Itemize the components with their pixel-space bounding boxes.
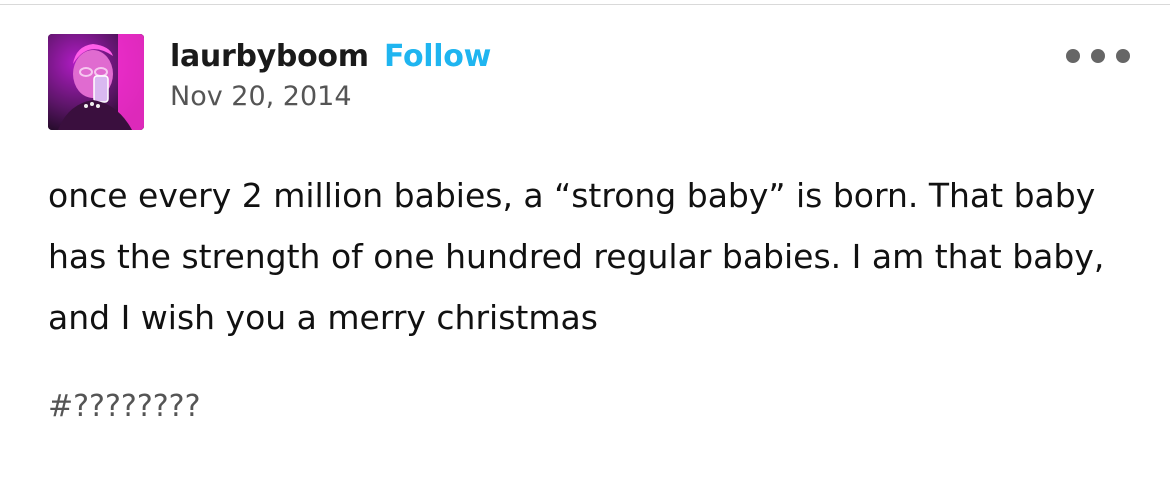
avatar-image (48, 34, 144, 130)
avatar[interactable] (48, 34, 144, 130)
follow-button[interactable]: Follow (384, 39, 491, 75)
more-dot (1091, 49, 1105, 63)
post-date[interactable]: Nov 20, 2014 (170, 81, 352, 113)
top-divider (0, 4, 1170, 5)
post-body-text: once every 2 million babies, a “strong b… (48, 176, 1105, 337)
more-dot (1116, 49, 1130, 63)
post-tag-link[interactable]: #???????? (48, 387, 201, 427)
ellipsis-icon[interactable] (1066, 44, 1130, 68)
post-header: laurbyboom Follow Nov 20, 2014 (48, 34, 1138, 134)
blog-name-link[interactable]: laurbyboom (170, 39, 369, 75)
more-dot (1066, 49, 1080, 63)
